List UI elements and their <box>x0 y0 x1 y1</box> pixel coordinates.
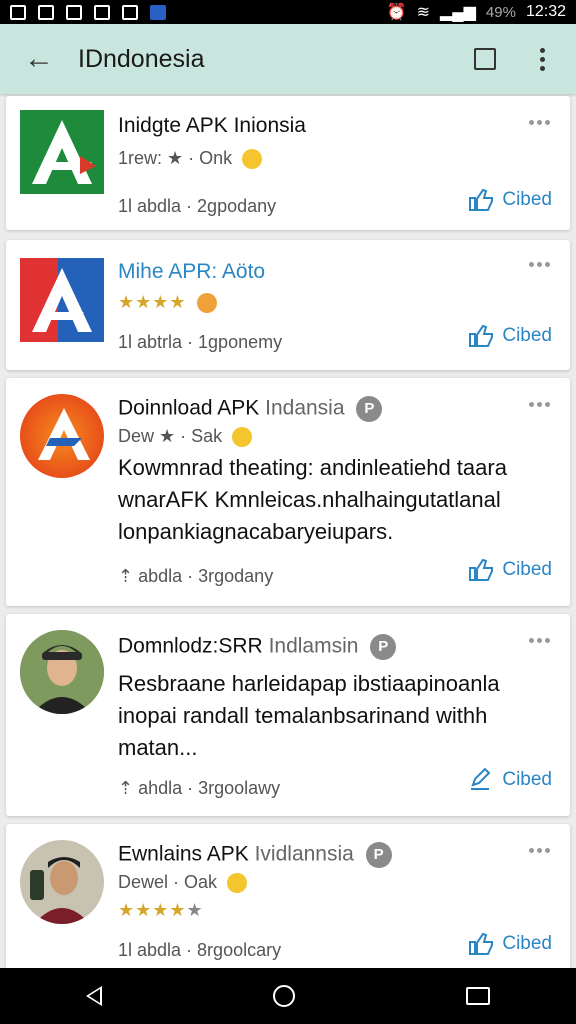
alarm-icon: ⏰ <box>386 4 407 21</box>
rating-stars-empty: ★ <box>186 900 204 920</box>
download-arrow-icon: ⇡ <box>118 778 139 798</box>
description-line: Resbraane harleidapap ibstiaapinoanla <box>118 671 500 696</box>
app-notification-icon <box>66 4 82 20</box>
description-line: inopai randall temalanbsarinand withh <box>118 703 488 728</box>
app-size-text: ahdla · 3rgoolawy <box>138 778 281 798</box>
avatar <box>20 630 104 714</box>
overflow-menu-icon[interactable] <box>529 120 550 125</box>
app-meta: Dew ★ · Sak <box>118 426 253 447</box>
facebook-notification-icon <box>150 4 166 20</box>
smile-emoji-icon <box>232 426 253 447</box>
rating-stars: ★★★★★ <box>118 900 204 921</box>
p-badge-icon: P <box>365 842 392 868</box>
smile-emoji-icon <box>196 292 217 313</box>
signal-icon: ▂▄▆ <box>439 4 476 21</box>
thumbs-up-icon <box>469 324 494 347</box>
list-item[interactable]: Ewnlains APK Ividlannsia P Dewel · Oak ★… <box>6 824 570 968</box>
developer-name: Indansia <box>265 396 345 420</box>
battery-level: 49% <box>485 3 516 21</box>
app-icon <box>20 258 104 342</box>
avatar <box>20 840 104 924</box>
description-line: Kowmnrad theating: andinleatiehd taara <box>118 455 507 480</box>
app-name[interactable]: Inidgte APK Inionsia <box>118 114 306 138</box>
thumbs-up-icon <box>469 188 494 211</box>
description-line: lonpankiagnacabaryeiupars. <box>118 519 394 544</box>
overflow-menu-icon[interactable] <box>529 638 550 643</box>
camera-notification-icon <box>122 4 138 20</box>
app-icon <box>20 394 104 478</box>
thumbs-up-icon <box>469 932 494 955</box>
media-notification-icon <box>94 4 110 20</box>
like-button[interactable]: Cibed <box>468 768 552 792</box>
system-nav-bar <box>0 968 576 1024</box>
rating-stars-filled: ★★★★ <box>118 900 187 920</box>
image-notification-icon <box>38 4 54 20</box>
edit-icon <box>471 768 491 790</box>
download-arrow-icon: ⇡ <box>118 566 139 586</box>
notification-icon <box>10 4 26 20</box>
app-size: ⇡ abdla · 3rgodany <box>118 566 273 587</box>
app-bar: ← IDndonesia <box>0 24 576 94</box>
app-title: Doinnload APK <box>118 396 260 420</box>
list-item[interactable]: Mihe APR: Aöto ★★★★ 1l abtrla · 1gponemy… <box>6 240 570 370</box>
like-button[interactable]: Cibed <box>468 324 552 348</box>
app-meta: Dewel · Oak <box>118 872 248 893</box>
app-name[interactable]: Ewnlains APK Ividlannsia P <box>118 842 392 868</box>
app-size-text: abdla · 3rgodany <box>138 566 274 586</box>
like-label: Cibed <box>502 189 552 210</box>
page-title: IDndonesia <box>78 44 205 73</box>
app-meta-text: Dew ★ · Sak <box>118 426 223 446</box>
description-line: matan... <box>118 735 198 760</box>
app-rating: ★★★★ <box>118 292 217 313</box>
like-label: Cibed <box>502 559 552 580</box>
app-size: 1l abdla · 8rgoolcary <box>118 940 282 960</box>
app-meta: 1rew: ★ · Onk <box>118 148 263 169</box>
app-list[interactable]: Inidgte APK Inionsia 1rew: ★ · Onk 1l ab… <box>0 94 576 968</box>
wifi-icon: ≋ <box>416 4 430 21</box>
like-label: Cibed <box>502 325 552 346</box>
back-arrow-icon[interactable]: ← <box>0 42 78 76</box>
developer-name: Indlamsin <box>268 634 359 658</box>
bookmark-icon[interactable] <box>474 48 496 70</box>
smile-emoji-icon <box>227 872 248 893</box>
list-item[interactable]: Doinnload APK Indansia P Dew ★ · Sak Kow… <box>6 378 570 606</box>
app-size: 1l abdla · 2gpodany <box>118 196 277 216</box>
app-meta-text: Dewel · Oak <box>118 872 218 892</box>
app-title: Domnlodz:SRR <box>118 634 263 658</box>
app-name[interactable]: Domnlodz:SRR Indlamsin P <box>118 634 397 660</box>
app-icon <box>20 110 104 194</box>
smile-emoji-icon <box>242 148 263 169</box>
app-title: Ewnlains APK <box>118 842 249 866</box>
nav-home-icon[interactable] <box>272 985 295 1007</box>
p-badge-icon: P <box>356 396 383 422</box>
p-badge-icon: P <box>370 634 397 660</box>
description-line: wnarAFK Kmnleicas.nhalhaingutatlanal <box>118 487 501 512</box>
like-button[interactable]: Cibed <box>468 188 552 212</box>
thumbs-up-icon <box>469 558 494 581</box>
app-size: ⇡ ahdla · 3rgoolawy <box>118 778 280 799</box>
status-bar: ⏰ ≋ ▂▄▆ 49% 12:32 <box>0 0 576 24</box>
list-item[interactable]: Inidgte APK Inionsia 1rew: ★ · Onk 1l ab… <box>6 96 570 230</box>
app-description: Resbraane harleidapap ibstiaapinoanla in… <box>118 668 558 764</box>
clock: 12:32 <box>525 3 566 20</box>
like-button[interactable]: Cibed <box>468 558 552 582</box>
app-rating: ★★★★★ <box>118 900 204 921</box>
overflow-menu-icon[interactable] <box>529 848 550 853</box>
app-meta-text: 1rew: ★ · Onk <box>118 148 233 168</box>
developer-name: Ividlannsia <box>254 842 354 866</box>
app-description: Kowmnrad theating: andinleatiehd taara w… <box>118 452 558 548</box>
app-size: 1l abtrla · 1gponemy <box>118 332 283 352</box>
more-vert-icon[interactable] <box>532 47 552 71</box>
like-label: Cibed <box>502 769 552 790</box>
list-item[interactable]: Domnlodz:SRR Indlamsin P Resbraane harle… <box>6 614 570 816</box>
nav-recents-icon[interactable] <box>466 987 491 1005</box>
like-label: Cibed <box>502 933 552 954</box>
like-button[interactable]: Cibed <box>468 932 552 956</box>
overflow-menu-icon[interactable] <box>529 262 550 267</box>
nav-back-icon[interactable] <box>85 986 102 1006</box>
app-name[interactable]: Mihe APR: Aöto <box>118 260 265 284</box>
rating-stars: ★★★★ <box>118 292 187 312</box>
overflow-menu-icon[interactable] <box>529 402 550 407</box>
app-name[interactable]: Doinnload APK Indansia P <box>118 396 383 422</box>
